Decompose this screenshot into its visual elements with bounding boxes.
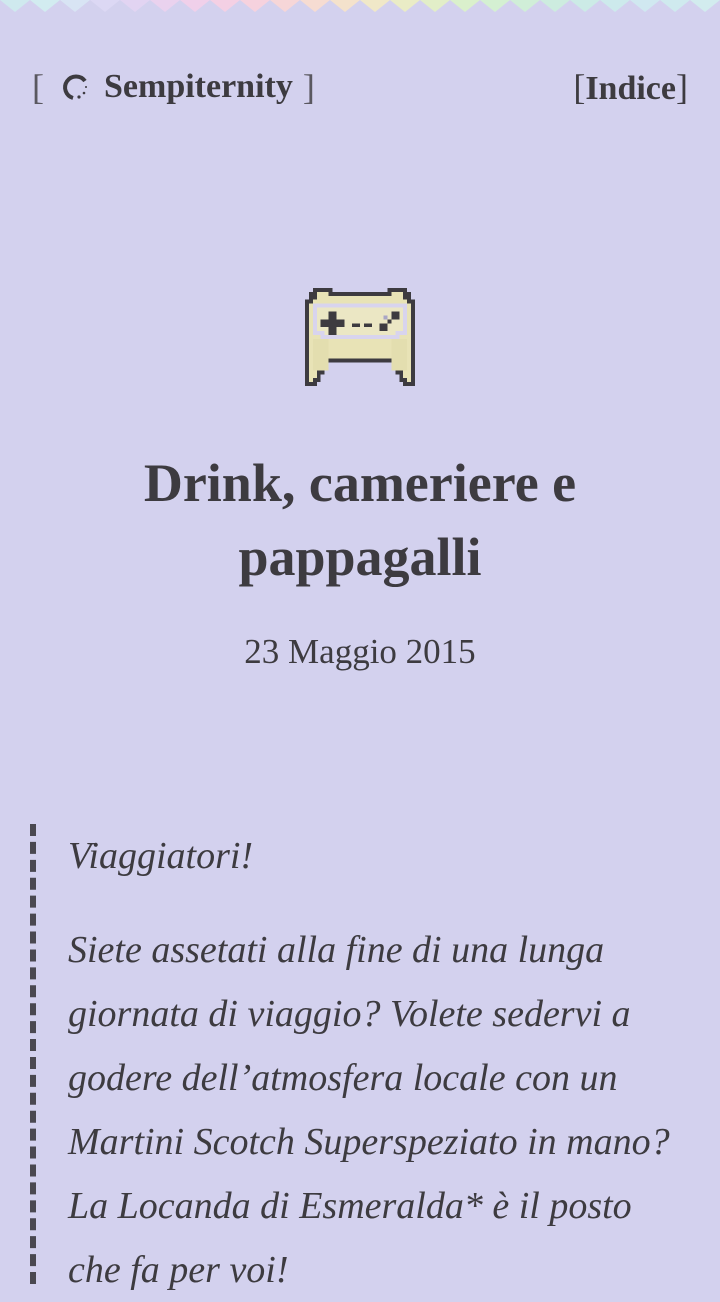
quote-greeting: Viaggiatori! [68, 835, 254, 877]
post-title: Drink, cameriere e pappagalli [143, 453, 577, 587]
index-link[interactable]: [Indice] [573, 66, 688, 108]
top-navigation: [ Sempiternity ] [Indice] [0, 58, 720, 118]
bracket-open: [ [32, 67, 44, 107]
game-controller-icon [305, 287, 415, 387]
index-bracket-close: ] [676, 67, 688, 107]
index-label: Indice [585, 70, 676, 107]
pastel-zigzag-border [0, 0, 720, 12]
site-name: Sempiternity [104, 68, 293, 105]
bracket-close: ] [302, 67, 315, 107]
post-blockquote: Viaggiatori! Siete assetati alla fine di… [30, 824, 690, 1291]
site-home-link[interactable]: [ Sempiternity ] [32, 66, 315, 108]
quote-body: Siete assetati alla fine di una lunga gi… [68, 929, 670, 1291]
spinner-icon [63, 74, 87, 100]
post-date: 23 Maggio 2015 [244, 632, 476, 671]
index-bracket-open: [ [573, 67, 586, 107]
